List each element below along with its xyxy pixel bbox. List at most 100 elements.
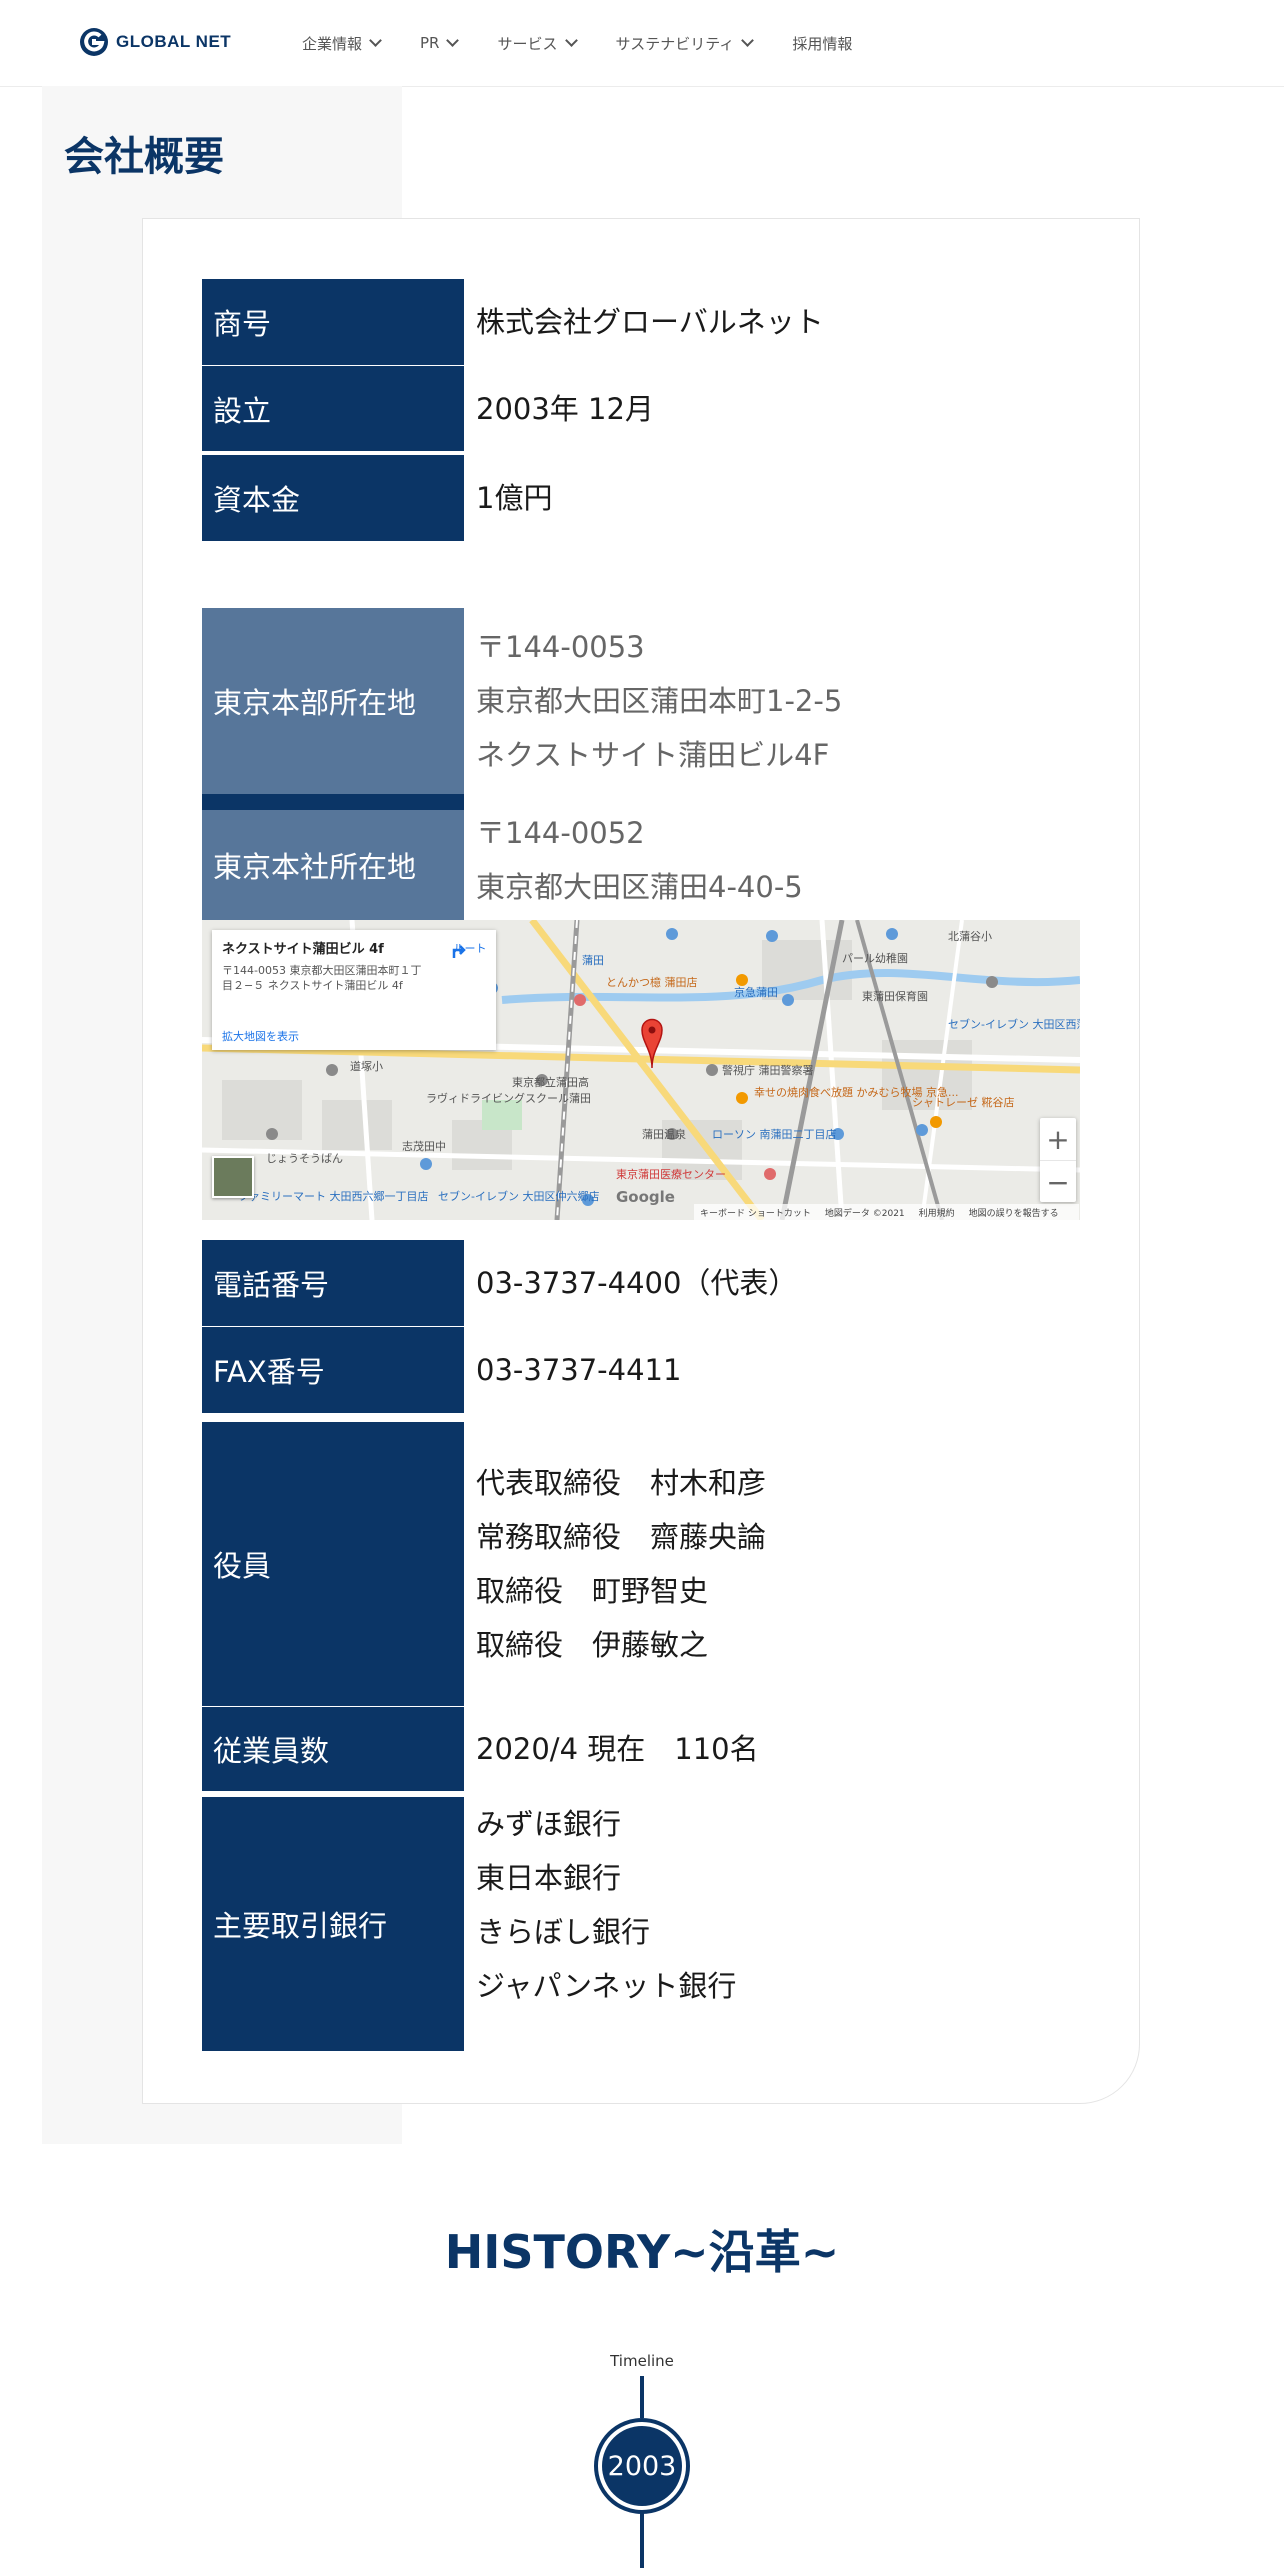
- timeline-line: [640, 2512, 644, 2568]
- row-label: 設立: [202, 366, 464, 451]
- map-label: ファミリーマート 大田西六郷一丁目店: [238, 1189, 429, 1203]
- row-value: みずほ銀行 東日本銀行 きらぼし銀行 ジャパンネット銀行: [476, 1797, 736, 2051]
- report-error-link[interactable]: 地図の誤りを報告する: [969, 1206, 1059, 1219]
- bank-name: 東日本銀行: [476, 1861, 622, 1895]
- table-row-head-office: 東京本社所在地 〒144-0052 東京都大田区蒲田4-40-5: [202, 810, 1080, 920]
- nav-label: サステナビリティ: [615, 34, 735, 53]
- map-label: 北蒲谷小: [948, 929, 992, 943]
- address-line: 東京都大田区蒲田本町1-2-5: [476, 684, 843, 718]
- map-label: セブン-イレブン 大田区西蒲谷1丁目店: [948, 1017, 1080, 1031]
- table-row-phone: 電話番号 03-3737-4400（代表）: [202, 1240, 1080, 1326]
- bank-name: きらぼし銀行: [476, 1915, 651, 1949]
- nav-item-services[interactable]: サービス: [497, 33, 578, 54]
- site-logo[interactable]: GLOBAL NET: [78, 26, 231, 58]
- map-place-address: 〒144-0053 東京都大田区蒲田本町１丁目２−５ ネクストサイト蒲田ビル 4…: [222, 964, 422, 992]
- zoom-in-button[interactable]: +: [1040, 1118, 1076, 1160]
- row-label: 従業員数: [202, 1707, 464, 1791]
- table-row-employees: 従業員数 2020/4 現在 110名: [202, 1707, 1080, 1791]
- map-label: 東京都立蒲田高: [512, 1075, 589, 1089]
- address-line: ネクストサイト蒲田ビル4F: [476, 738, 830, 772]
- timeline-label: Timeline: [610, 2352, 674, 2370]
- row-label: 資本金: [202, 455, 464, 541]
- table-row-tokyo-hq: 東京本部所在地 〒144-0053 東京都大田区蒲田本町1-2-5 ネクストサイ…: [202, 608, 1080, 794]
- nav-item-pr[interactable]: PR: [420, 34, 460, 52]
- main-nav: 企業情報 PR サービス サステナビリティ 採用情報: [302, 0, 892, 86]
- address-line: 東京都大田区蒲田4-40-5: [476, 870, 803, 904]
- map-label: ローソン 南蒲田二丁目店: [712, 1127, 837, 1141]
- satellite-toggle[interactable]: [212, 1156, 254, 1198]
- address-line: 〒144-0052: [476, 816, 645, 850]
- timeline-line: [640, 2376, 644, 2418]
- table-row-company-name: 商号 株式会社グローバルネット: [202, 279, 1080, 365]
- row-value: 2003年 12月: [476, 391, 654, 426]
- row-value: 03-3737-4400（代表）: [476, 1266, 798, 1300]
- logo-text: GLOBAL NET: [116, 32, 232, 51]
- row-label: 電話番号: [202, 1240, 464, 1326]
- table-row-capital: 資本金 1億円: [202, 455, 1080, 541]
- row-value: 〒144-0053 東京都大田区蒲田本町1-2-5 ネクストサイト蒲田ビル4F: [476, 608, 842, 794]
- bank-name: ジャパンネット銀行: [476, 1969, 737, 2003]
- officer-name: 取締役 伊藤敏之: [476, 1628, 709, 1662]
- chevron-down-icon: [564, 34, 578, 47]
- table-row-founded: 設立 2003年 12月: [202, 366, 1080, 451]
- global-net-logo-icon: [80, 28, 108, 56]
- zoom-out-button[interactable]: −: [1040, 1160, 1076, 1203]
- zoom-controls: + −: [1040, 1118, 1076, 1202]
- directions-icon: [452, 945, 466, 958]
- google-logo: Google: [616, 1188, 675, 1206]
- enlarge-map-link[interactable]: 拡大地図を表示: [222, 1028, 299, 1044]
- row-label: 東京本部所在地: [202, 608, 464, 794]
- map-label: 警視庁 蒲田警察署: [722, 1063, 814, 1077]
- map-label: じょうそうばん: [266, 1152, 343, 1165]
- history-title: HISTORY~沿革~: [444, 2225, 840, 2279]
- nav-label: 企業情報: [302, 34, 363, 53]
- embedded-map[interactable]: 北蒲谷小 パール幼稚園 とんかつ檍 蒲田店 京急蒲田 東蒲田保育園 セブン-イレ…: [202, 920, 1080, 1220]
- map-footer: キーボード ショートカット 地図データ ©2021 利用規約 地図の誤りを報告す…: [694, 1204, 1079, 1220]
- row-label: 商号: [202, 279, 464, 365]
- map-label: シャトレーゼ 糀谷店: [912, 1095, 1015, 1109]
- row-value: 代表取締役 村木和彦 常務取締役 齋藤央論 取締役 町野智史 取締役 伊藤敏之: [476, 1422, 766, 1706]
- row-value: 1億円: [476, 481, 553, 515]
- map-data-credit: 地図データ ©2021: [824, 1208, 905, 1219]
- route-button[interactable]: ルート: [450, 940, 490, 958]
- label-divider: [202, 794, 464, 810]
- row-label: 役員: [202, 1422, 464, 1706]
- row-value: 2020/4 現在 110名: [476, 1732, 759, 1766]
- nav-item-sustainability[interactable]: サステナビリティ: [615, 33, 755, 54]
- page-title: 会社概要: [64, 134, 224, 180]
- chevron-down-icon: [741, 34, 755, 47]
- map-label: 東蒲田保育園: [862, 989, 928, 1003]
- table-row-officers: 役員 代表取締役 村木和彦 常務取締役 齋藤央論 取締役 町野智史 取締役 伊藤…: [202, 1422, 1080, 1706]
- officer-name: 代表取締役 村木和彦: [476, 1466, 767, 1500]
- keyboard-shortcuts-link[interactable]: キーボード ショートカット: [700, 1206, 811, 1219]
- map-label: セブン-イレブン 大田区仲六郷店: [438, 1189, 599, 1203]
- row-value: 株式会社グローバルネット: [476, 305, 824, 339]
- map-place-card: ネクストサイト蒲田ビル 4f 〒144-0053 東京都大田区蒲田本町１丁目２−…: [212, 930, 496, 1050]
- terms-link[interactable]: 利用規約: [919, 1206, 955, 1219]
- chevron-down-icon: [369, 34, 382, 47]
- address-line: 〒144-0053: [476, 630, 645, 664]
- table-row-fax: FAX番号 03-3737-4411: [202, 1327, 1080, 1413]
- row-label: 東京本社所在地: [202, 810, 464, 920]
- map-label: ラヴィドライビングスクール蒲田: [426, 1091, 591, 1105]
- timeline-year: 2003: [602, 2426, 682, 2506]
- map-label: 蒲田温泉: [642, 1127, 686, 1141]
- nav-item-company[interactable]: 企業情報: [302, 33, 382, 54]
- map-place-title: ネクストサイト蒲田ビル 4f: [222, 942, 384, 957]
- officer-name: 常務取締役 齋藤央論: [476, 1520, 767, 1554]
- nav-label: 採用情報: [792, 34, 853, 53]
- row-label: FAX番号: [202, 1327, 464, 1413]
- row-label: 主要取引銀行: [202, 1797, 464, 2051]
- nav-label: サービス: [497, 34, 558, 53]
- map-label: とんかつ檍 蒲田店: [606, 975, 698, 989]
- nav-label: PR: [420, 34, 440, 52]
- map-label: 道塚小: [350, 1059, 383, 1073]
- site-header: GLOBAL NET 企業情報 PR サービス サステナビリティ 採用情報: [0, 0, 1284, 87]
- map-label: パール幼稚園: [842, 952, 908, 965]
- chevron-down-icon: [446, 34, 460, 47]
- row-value: 〒144-0052 東京都大田区蒲田4-40-5: [476, 806, 803, 916]
- map-label: 志茂田中: [402, 1139, 446, 1153]
- map-label: 東京蒲田医療センター: [616, 1167, 726, 1181]
- table-row-banks: 主要取引銀行 みずほ銀行 東日本銀行 きらぼし銀行 ジャパンネット銀行: [202, 1797, 1080, 2051]
- nav-item-recruit[interactable]: 採用情報: [792, 33, 852, 54]
